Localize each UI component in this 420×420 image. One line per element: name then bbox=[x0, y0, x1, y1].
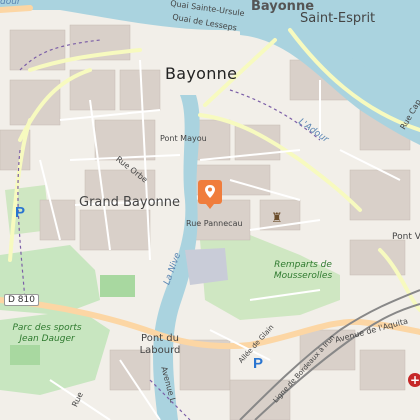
parking-icon[interactable]: P bbox=[12, 205, 28, 221]
map-base bbox=[0, 0, 420, 420]
place-label-saint-esprit: Saint-Esprit bbox=[300, 11, 376, 26]
river-label-partial: dour bbox=[0, 0, 21, 7]
place-label-bayonne: Bayonne bbox=[165, 64, 238, 83]
map-canvas[interactable]: dour Quai Sainte-Ursule Bayonne Quai de … bbox=[0, 0, 420, 420]
castle-icon: ♜ bbox=[271, 211, 283, 226]
bridge-label-partial: Pont V bbox=[392, 232, 420, 242]
street-label-pont-mayou: Pont Mayou bbox=[160, 134, 207, 143]
park-label-sports: Parc des sports Jean Dauger bbox=[12, 323, 82, 344]
sports-field bbox=[100, 275, 135, 297]
park-label-remparts: Remparts de Mousserolles bbox=[273, 260, 333, 281]
sports-field bbox=[10, 345, 40, 365]
hospital-icon: + bbox=[408, 373, 420, 387]
plaza bbox=[185, 248, 228, 285]
map-pin-icon[interactable] bbox=[197, 179, 223, 209]
street-label-rue-pannecau: Rue Pannecau bbox=[186, 219, 243, 228]
road-shield-d810: D 810 bbox=[4, 294, 39, 306]
bridge-label-labourd: Pont du Labourd bbox=[139, 333, 181, 356]
parking-icon[interactable]: P bbox=[250, 356, 266, 372]
place-label-grand-bayonne: Grand Bayonne bbox=[79, 195, 181, 210]
